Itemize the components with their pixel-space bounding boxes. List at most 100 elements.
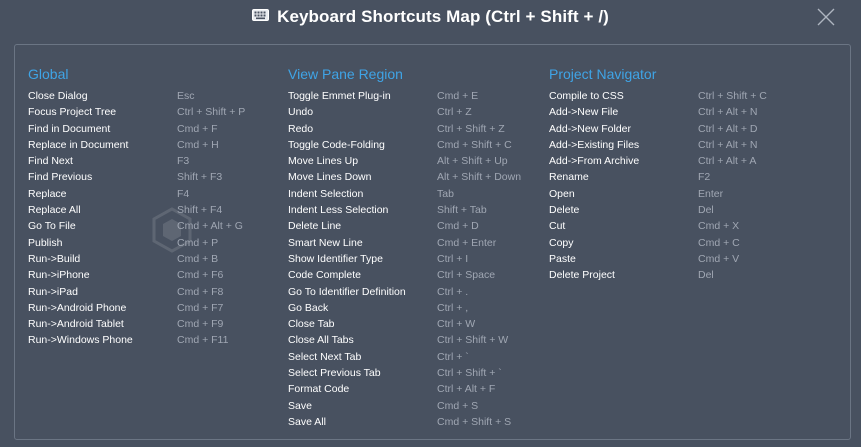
shortcut-row: Find Previous Shift + F3	[28, 169, 222, 185]
shortcut-row: Run->Android Tablet Cmd + F9	[28, 316, 223, 332]
shortcut-keys: Shift + F4	[177, 204, 223, 217]
shortcut-row: Add->Existing Files Ctrl + Alt + N	[549, 137, 758, 153]
shortcut-action: Toggle Code-Folding	[288, 138, 385, 151]
shortcut-keys: Alt + Shift + Down	[437, 171, 522, 184]
shortcut-keys: Cmd + F9	[177, 318, 224, 331]
shortcut-action: Publish	[28, 236, 63, 249]
shortcut-row: Move Lines Down Alt + Shift + Down	[288, 169, 521, 185]
shortcut-keys: Shift + F3	[177, 171, 223, 184]
shortcut-row: Find in Document Cmd + F	[28, 121, 218, 137]
shortcut-action: Compile to CSS	[549, 90, 624, 102]
shortcut-row: Compile to CSS Ctrl + Shift + C	[549, 88, 767, 104]
shortcut-row: Format Code Ctrl + Alt + F	[288, 381, 495, 397]
shortcut-keys: Ctrl + Shift + Z	[437, 122, 505, 135]
shortcut-keys: Ctrl + Alt + A	[698, 155, 757, 168]
shortcut-keys: Ctrl + `	[437, 350, 469, 363]
shortcut-action: Code Complete	[288, 269, 361, 282]
shortcut-action: Add->New Folder	[549, 122, 631, 135]
shortcut-action: Close Tab	[288, 318, 335, 331]
shortcut-keys: Ctrl + Shift + `	[437, 367, 502, 380]
shortcut-action: Save	[288, 399, 312, 412]
dialog-title: Keyboard Shortcuts Map (Ctrl + Shift + /…	[277, 7, 609, 26]
shortcut-keys: Cmd + C	[698, 236, 740, 249]
shortcut-keys: Cmd + Alt + G	[177, 220, 243, 233]
column-global: Global Close Dialog Esc Focus Project Tre…	[28, 65, 245, 349]
close-button[interactable]	[815, 6, 837, 28]
shortcut-action: Undo	[288, 106, 314, 119]
column-heading-project-navigator: Project Navigator	[549, 66, 657, 82]
shortcut-row: Save All Cmd + Shift + S	[288, 414, 511, 430]
shortcut-row: Move Lines Up Alt + Shift + Up	[288, 153, 508, 169]
shortcut-keys: Cmd + Shift + S	[437, 415, 512, 428]
shortcut-action: Smart New Line	[288, 236, 363, 249]
shortcut-row: Run->Windows Phone Cmd + F11	[28, 332, 228, 348]
shortcut-action: Focus Project Tree	[28, 106, 117, 119]
shortcut-action: Find Previous	[28, 171, 93, 184]
shortcut-row: Delete Project Del	[549, 267, 714, 283]
column-view-pane-region: View Pane Region Toggle Emmet Plug-in Cmd…	[288, 65, 521, 430]
shortcut-keys: Cmd + F	[177, 122, 218, 135]
dialog-title-wrap: Keyboard Shortcuts Map (Ctrl + Shift + /…	[0, 6, 861, 29]
shortcut-row: Go To File Cmd + Alt + G	[28, 218, 243, 234]
shortcut-action: Redo	[288, 122, 314, 135]
shortcut-action: Run->Android Tablet	[28, 318, 124, 331]
shortcut-keys: Cmd + Enter	[437, 236, 497, 249]
shortcut-action: Delete	[549, 204, 580, 217]
shortcut-row: Find Next F3	[28, 153, 189, 169]
keyboard-icon	[252, 5, 270, 27]
shortcut-row: Smart New Line Cmd + Enter	[288, 235, 496, 251]
shortcut-keys: Cmd + E	[437, 90, 479, 102]
shortcut-keys: Ctrl + Alt + N	[698, 106, 758, 119]
shortcut-action: Format Code	[288, 383, 350, 396]
close-icon[interactable]	[815, 6, 837, 28]
shortcut-keys: Del	[698, 269, 714, 282]
shortcut-row: Close All Tabs Ctrl + Shift + W	[288, 332, 508, 348]
shortcut-keys: Cmd + D	[437, 220, 479, 233]
shortcut-row: Undo Ctrl + Z	[288, 104, 472, 120]
shortcut-row: Paste Cmd + V	[549, 251, 739, 267]
column-heading-global: Global	[28, 66, 69, 82]
shortcut-keys: F2	[698, 171, 711, 184]
shortcut-action: Add->New File	[549, 106, 619, 119]
shortcut-action: Run->Android Phone	[28, 301, 127, 314]
shortcut-row: Add->From Archive Ctrl + Alt + A	[549, 153, 756, 169]
shortcut-keys: Cmd + F6	[177, 269, 224, 282]
shortcut-action: Indent Selection	[288, 187, 364, 200]
shortcut-action: Replace in Document	[28, 138, 129, 151]
shortcut-row: Replace All Shift + F4	[28, 202, 222, 218]
shortcut-row: Publish Cmd + P	[28, 235, 218, 251]
shortcut-action: Replace All	[28, 204, 81, 217]
shortcut-row: Run->Build Cmd + B	[28, 251, 218, 267]
shortcut-action: Delete Project	[549, 269, 615, 282]
shortcut-keys: Ctrl + Shift + W	[437, 334, 509, 347]
shortcut-action: Paste	[549, 252, 576, 265]
shortcut-action: Show Identifier Type	[288, 252, 383, 265]
shortcut-keys: Ctrl + W	[437, 318, 476, 331]
shortcut-row: Indent Less Selection Shift + Tab	[288, 202, 487, 218]
shortcut-row: Delete Del	[549, 202, 714, 218]
shortcut-action: Move Lines Up	[288, 155, 359, 168]
shortcut-action: Add->From Archive	[549, 155, 640, 168]
shortcut-row: Run->iPad Cmd + F8	[28, 284, 223, 300]
shortcut-action: Close All Tabs	[288, 334, 354, 347]
shortcut-action: Open	[549, 187, 575, 200]
shortcut-keys: F4	[177, 187, 190, 200]
shortcut-row: Toggle Code-Folding Cmd + Shift + C	[288, 137, 512, 153]
shortcut-keys: Cmd + F7	[177, 301, 224, 314]
shortcut-row: Close Tab Ctrl + W	[288, 316, 475, 332]
shortcut-action: Select Next Tab	[288, 350, 362, 363]
shortcut-keys: Del	[698, 204, 714, 217]
shortcut-action: Go To Identifier Definition	[288, 285, 406, 298]
shortcut-row: Save Cmd + S	[288, 398, 478, 414]
shortcut-keys: Ctrl + Alt + F	[437, 383, 496, 396]
shortcut-row: Show Identifier Type Ctrl + I	[288, 251, 468, 267]
shortcut-keys: Ctrl + Space	[437, 269, 496, 282]
shortcut-keys: Cmd + F11	[177, 334, 229, 347]
shortcut-keys: Cmd + Shift + C	[437, 138, 512, 151]
shortcut-action: Find in Document	[28, 122, 111, 135]
shortcut-keys: Ctrl + Shift + C	[698, 90, 767, 102]
shortcut-row: Toggle Emmet Plug-in Cmd + E	[288, 88, 478, 104]
shortcut-action: Close Dialog	[28, 90, 88, 102]
shortcut-action: Go Back	[288, 301, 329, 314]
shortcut-row: Run->Android Phone Cmd + F7	[28, 300, 223, 316]
